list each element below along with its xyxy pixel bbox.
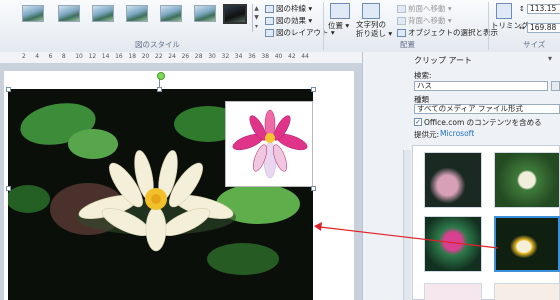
annotation-arrow [314,222,499,249]
